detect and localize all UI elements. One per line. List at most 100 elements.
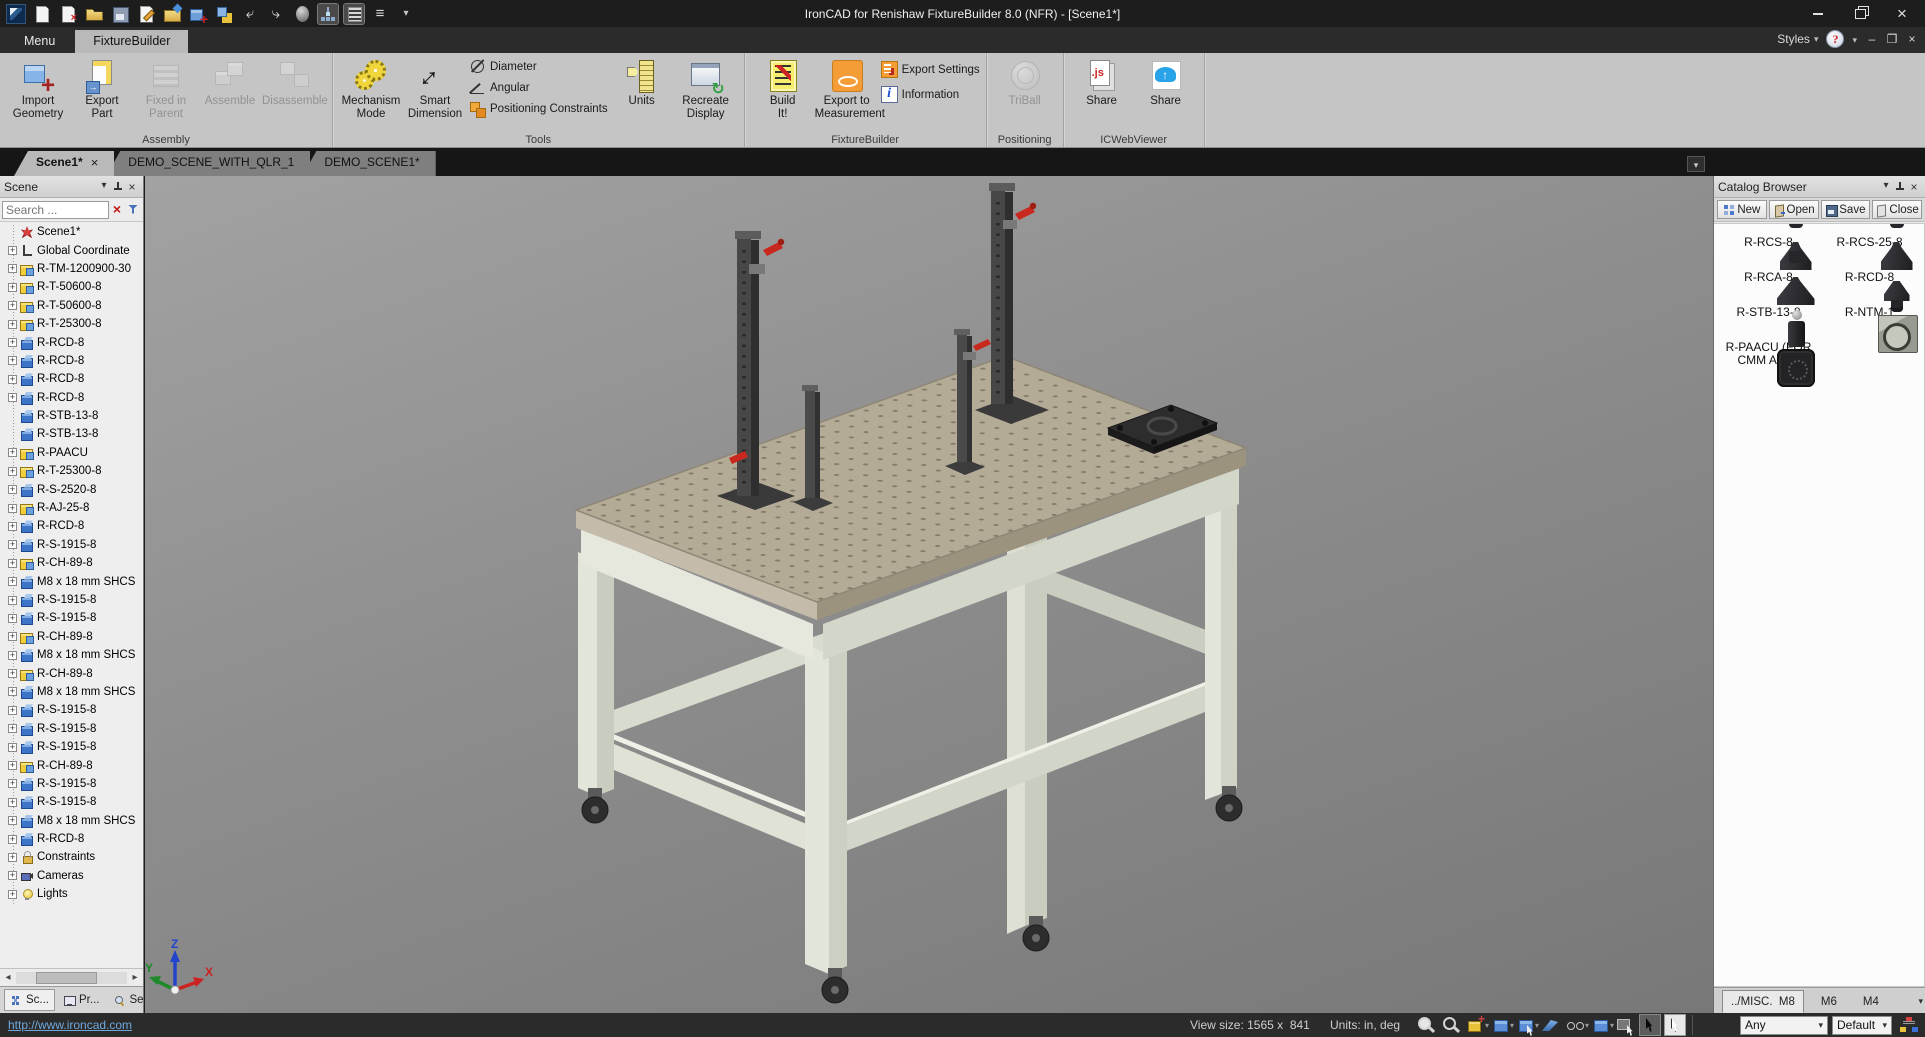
expand-toggle-icon[interactable] [8,614,17,623]
expand-toggle-icon[interactable] [8,356,17,365]
chevron-down-icon[interactable] [1879,180,1893,194]
tree-item[interactable]: R-RCD-8 [0,830,143,848]
tree-item[interactable]: Cameras [0,867,143,885]
tree-item[interactable]: R-CH-89-8 [0,756,143,774]
ribbon-tab[interactable]: FixtureBuilder [75,30,188,53]
ironcad-link[interactable]: http://www.ironcad.com [8,1018,132,1032]
ribbon-button[interactable]: Export to Measurement [815,55,879,121]
help-icon[interactable]: ? [1826,30,1844,48]
expand-toggle-icon[interactable] [8,743,17,752]
dropdown-chevron-icon[interactable] [1535,1021,1539,1030]
scroll-right-icon[interactable]: ▸ [129,972,141,983]
ribbon-small-button[interactable]: Information [881,86,980,103]
selection-filter-dropdown[interactable]: Any [1740,1016,1828,1035]
expand-toggle-icon[interactable] [8,632,17,641]
tree-item[interactable]: R-S-1915-8 [0,701,143,719]
tree-item[interactable]: R-S-1915-8 [0,591,143,609]
expand-toggle-icon[interactable] [8,559,17,568]
scroll-left-icon[interactable]: ◂ [2,972,14,983]
pointer-icon[interactable] [1665,1015,1685,1035]
tab-overflow-chevron[interactable] [1687,156,1705,172]
ribbon-button[interactable]: Smart Dimension [403,55,467,121]
ribbon-button[interactable]: Fixed in Parent [134,55,198,121]
ribbon-button[interactable]: Share [1134,55,1198,108]
expand-toggle-icon[interactable] [8,669,17,678]
tree-item[interactable]: R-CH-89-8 [0,628,143,646]
tree-item[interactable]: R-T-50600-8 [0,278,143,296]
expand-toggle-icon[interactable] [8,706,17,715]
document-tab[interactable]: DEMO_SCENE_WITH_QLR_1 [106,151,310,176]
expand-toggle-icon[interactable] [8,853,17,862]
ribbon-button[interactable]: Import Geometry [6,55,70,121]
ribbon-tab[interactable]: Menu [6,30,73,53]
dropdown-chevron-icon[interactable] [1610,1021,1614,1030]
tree-item[interactable]: R-STB-13-8 [0,425,143,443]
expand-toggle-icon[interactable] [8,485,17,494]
pin-icon[interactable] [111,180,125,194]
expand-toggle-icon[interactable] [8,338,17,347]
edit-document-icon[interactable] [136,4,156,24]
qat-more-icon[interactable] [396,4,416,24]
tree-item[interactable]: Lights [0,885,143,903]
render-style-dropdown[interactable]: Default [1832,1016,1892,1035]
scene-structure-icon[interactable] [318,4,338,24]
horizontal-scrollbar[interactable]: ◂ ▸ [0,968,143,986]
new-document-icon[interactable] [32,4,52,24]
expand-toggle-icon[interactable] [8,522,17,531]
tree-item[interactable]: M8 x 18 mm SHCS [0,572,143,590]
expand-toggle-icon[interactable] [8,320,17,329]
scrollbar-thumb[interactable] [36,972,97,984]
close-icon[interactable] [125,180,139,194]
close-document-icon[interactable] [58,4,78,24]
ribbon-button[interactable]: Disassemble [262,55,326,121]
catalog-toolbar-button[interactable]: New [1717,200,1767,219]
catalog-item[interactable]: R-RCS-8 [1718,236,1819,249]
expand-toggle-icon[interactable] [8,448,17,457]
zoom-window-icon[interactable] [1440,1015,1460,1035]
tree-item[interactable]: R-STB-13-8 [0,407,143,425]
ribbon-small-button[interactable]: Diameter [469,58,608,75]
expand-toggle-icon[interactable] [8,467,17,476]
expand-toggle-icon[interactable] [8,816,17,825]
tree-item[interactable]: R-S-2520-8 [0,480,143,498]
zoom-page-icon[interactable] [1415,1015,1435,1035]
select-tool-icon[interactable] [1640,1015,1660,1035]
catalog-tab[interactable]: ../MISC. M8 [1722,990,1804,1013]
expand-toggle-icon[interactable] [8,301,17,310]
expand-toggle-icon[interactable] [8,687,17,696]
tree-item[interactable]: Scene1* [0,223,143,241]
tree-item[interactable]: R-AJ-25-8 [0,499,143,517]
tree-item[interactable]: R-RCD-8 [0,517,143,535]
tree-item[interactable]: M8 x 18 mm SHCS [0,646,143,664]
catalog-item[interactable]: R-NTM-1 [1819,306,1920,319]
tree-item[interactable]: R-CH-89-8 [0,554,143,572]
pin-icon[interactable] [1893,180,1907,194]
catalog-toolbar-button[interactable]: Save [1821,200,1871,219]
expand-toggle-icon[interactable] [8,890,17,899]
mdi-minimize-icon[interactable]: – [1865,32,1879,46]
close-button[interactable] [1883,3,1921,25]
ribbon-button[interactable]: Share [1070,55,1134,108]
render-sphere-icon[interactable] [292,4,312,24]
surface-mode-icon[interactable] [1540,1015,1560,1035]
tab-close-icon[interactable] [91,155,99,176]
catalog-tab[interactable]: M4 [1854,990,1888,1013]
ribbon-button[interactable]: Recreate Display [674,55,738,121]
catalog-item[interactable]: R-RCD-8 [1819,271,1920,284]
ribbon-small-button[interactable]: Angular [469,79,608,96]
tree-item[interactable]: R-RCD-8 [0,352,143,370]
expand-toggle-icon[interactable] [8,596,17,605]
expand-toggle-icon[interactable] [8,540,17,549]
undo-icon[interactable] [240,4,260,24]
tree-item[interactable]: R-T-25300-8 [0,315,143,333]
ribbon-small-button[interactable]: Export Settings [881,61,980,78]
export-folder-icon[interactable] [162,4,182,24]
catalog-toolbar-button[interactable]: Open [1769,200,1819,219]
document-tab[interactable]: Scene1* [14,151,114,176]
expand-toggle-icon[interactable] [8,504,17,513]
redo-icon[interactable] [266,4,286,24]
tree-item[interactable]: R-T-25300-8 [0,462,143,480]
filter-icon[interactable] [125,202,141,218]
expand-toggle-icon[interactable] [8,798,17,807]
ribbon-button[interactable]: Assemble [198,55,262,121]
